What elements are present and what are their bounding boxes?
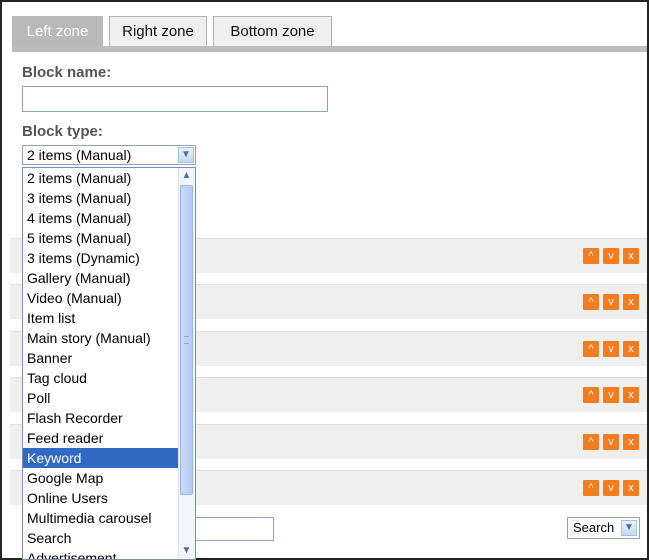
move-down-icon[interactable]: v xyxy=(603,294,619,310)
dropdown-option[interactable]: Google Map xyxy=(23,468,181,488)
bottom-select-value: Search xyxy=(573,520,615,535)
dropdown-option[interactable]: Keyword xyxy=(23,448,181,468)
scrollbar-thumb[interactable] xyxy=(180,185,193,495)
move-down-icon[interactable]: v xyxy=(603,341,619,357)
chevron-down-icon[interactable]: ▼ xyxy=(178,147,194,163)
scroll-down-icon[interactable]: ▼ xyxy=(179,543,194,559)
tab-strip xyxy=(12,46,647,52)
move-down-icon[interactable]: v xyxy=(603,387,619,403)
block-name-label: Block name: xyxy=(22,64,112,81)
zone-tabs: Left zone Right zone Bottom zone xyxy=(2,2,647,52)
row-actions: ^ v x xyxy=(579,387,639,403)
delete-icon[interactable]: x xyxy=(623,434,639,450)
grip-icon xyxy=(184,336,189,344)
dropdown-option[interactable]: 3 items (Manual) xyxy=(23,188,181,208)
tab-right-zone[interactable]: Right zone xyxy=(109,16,207,46)
tab-left-zone[interactable]: Left zone xyxy=(12,16,103,46)
block-type-value: 2 items (Manual) xyxy=(27,147,132,163)
bottom-block-type-select[interactable]: Search ▼ xyxy=(567,517,640,539)
dropdown-option[interactable]: Advertisement xyxy=(23,548,181,559)
dropdown-option[interactable]: Feed reader xyxy=(23,428,181,448)
move-down-icon[interactable]: v xyxy=(603,248,619,264)
move-up-icon[interactable]: ^ xyxy=(583,248,599,264)
dropdown-option[interactable]: 3 items (Dynamic) xyxy=(23,248,181,268)
listbox-scrollbar[interactable]: ▲ ▼ xyxy=(178,168,195,559)
dropdown-option[interactable]: 5 items (Manual) xyxy=(23,228,181,248)
block-type-label: Block type: xyxy=(22,123,103,140)
move-up-icon[interactable]: ^ xyxy=(583,341,599,357)
delete-icon[interactable]: x xyxy=(623,480,639,496)
delete-icon[interactable]: x xyxy=(623,341,639,357)
delete-icon[interactable]: x xyxy=(623,387,639,403)
dropdown-option[interactable]: Item list xyxy=(23,308,181,328)
row-actions: ^ v x xyxy=(579,434,639,450)
move-up-icon[interactable]: ^ xyxy=(583,387,599,403)
dropdown-option[interactable]: Multimedia carousel xyxy=(23,508,181,528)
dropdown-option[interactable]: Tag cloud xyxy=(23,368,181,388)
move-down-icon[interactable]: v xyxy=(603,434,619,450)
move-up-icon[interactable]: ^ xyxy=(583,480,599,496)
row-actions: ^ v x xyxy=(579,341,639,357)
tab-bottom-zone[interactable]: Bottom zone xyxy=(213,16,332,46)
delete-icon[interactable]: x xyxy=(623,248,639,264)
block-type-select[interactable]: 2 items (Manual) ▼ xyxy=(22,145,196,165)
dropdown-option[interactable]: Banner xyxy=(23,348,181,368)
block-type-listbox: 2 items (Manual) 3 items (Manual) 4 items … xyxy=(22,167,196,560)
move-up-icon[interactable]: ^ xyxy=(583,434,599,450)
dropdown-option[interactable]: Main story (Manual) xyxy=(23,328,181,348)
move-up-icon[interactable]: ^ xyxy=(583,294,599,310)
dropdown-option[interactable]: Video (Manual) xyxy=(23,288,181,308)
move-down-icon[interactable]: v xyxy=(603,480,619,496)
dropdown-option[interactable]: Search xyxy=(23,528,181,548)
block-name-input[interactable] xyxy=(22,86,328,112)
dropdown-option[interactable]: Poll xyxy=(23,388,181,408)
row-actions: ^ v x xyxy=(579,248,639,264)
dropdown-option[interactable]: Flash Recorder xyxy=(23,408,181,428)
row-actions: ^ v x xyxy=(579,480,639,496)
scroll-up-icon[interactable]: ▲ xyxy=(179,168,194,184)
row-actions: ^ v x xyxy=(579,294,639,310)
chevron-down-icon[interactable]: ▼ xyxy=(621,520,637,536)
delete-icon[interactable]: x xyxy=(623,294,639,310)
dropdown-option[interactable]: 4 items (Manual) xyxy=(23,208,181,228)
dropdown-option[interactable]: Gallery (Manual) xyxy=(23,268,181,288)
dropdown-option[interactable]: 2 items (Manual) xyxy=(23,168,181,188)
dropdown-option[interactable]: Online Users xyxy=(23,488,181,508)
